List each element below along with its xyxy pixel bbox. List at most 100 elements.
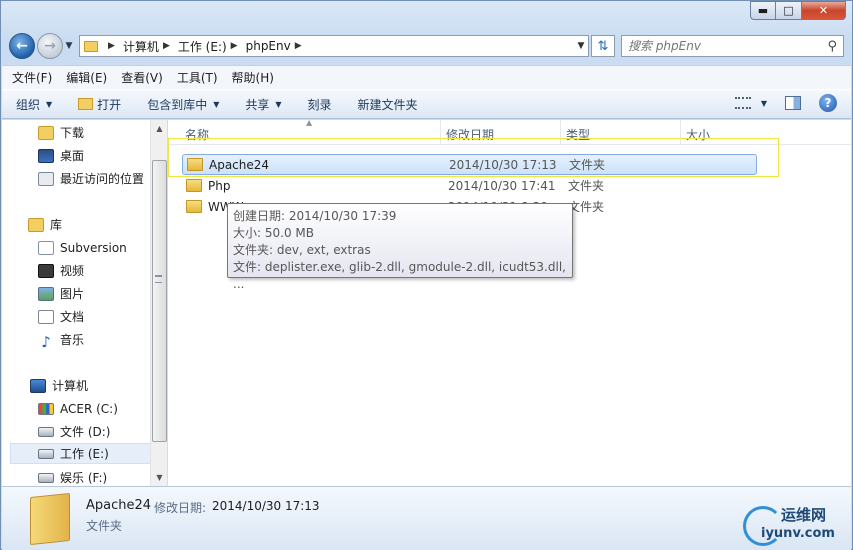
refresh-icon: ⇅: [597, 38, 609, 54]
refresh-button[interactable]: ⇅: [591, 35, 615, 57]
file-row[interactable]: Php 2014/10/30 17:41 文件夹: [182, 175, 757, 196]
nav-item-videos[interactable]: 视频: [38, 260, 150, 281]
recent-places-icon: [38, 171, 54, 186]
file-type: 文件夹: [568, 200, 605, 214]
breadcrumb-folder[interactable]: phpEnv: [246, 39, 291, 53]
explorer-window: ▬ □ ✕ ← → ▼ ▶ 计算机 ▶ 工作 (E:) ▶ phpEnv ▶ ▼…: [0, 0, 853, 550]
details-modified-date: 2014/10/30 17:13: [212, 499, 320, 513]
sort-ascending-icon: ▲: [306, 118, 313, 127]
file-name: Php: [208, 178, 231, 193]
nav-label: 文件 (D:): [60, 425, 111, 439]
breadcrumb-separator-icon[interactable]: ▶: [231, 41, 238, 51]
breadcrumb-separator-icon[interactable]: ▶: [295, 41, 302, 51]
details-pane: Apache24 修改日期: 2014/10/30 17:13 文件夹 运维网 …: [2, 486, 851, 550]
open-label: 打开: [97, 97, 122, 112]
include-library-label: 包含到库中: [147, 97, 208, 112]
nav-item-drive-c[interactable]: ACER (C:): [38, 398, 150, 419]
new-folder-label: 新建文件夹: [357, 97, 418, 112]
close-button[interactable]: ✕: [802, 1, 846, 20]
address-bar[interactable]: ▶ 计算机 ▶ 工作 (E:) ▶ phpEnv ▶ ▼: [79, 35, 589, 57]
share-button[interactable]: 共享 ▼: [245, 96, 281, 113]
nav-item-computer[interactable]: 计算机: [30, 375, 150, 396]
maximize-icon: □: [783, 4, 794, 17]
nav-label: 音乐: [60, 333, 85, 347]
open-folder-icon: [78, 98, 94, 110]
navigation-row: ← → ▼ ▶ 计算机 ▶ 工作 (E:) ▶ phpEnv ▶ ▼ ⇅ ⚲: [9, 31, 844, 61]
minimize-button[interactable]: ▬: [750, 1, 776, 20]
forward-button[interactable]: →: [37, 33, 63, 59]
search-input[interactable]: [628, 39, 828, 53]
downloads-folder-icon: [38, 125, 54, 140]
nav-item-recent-places[interactable]: 最近访问的位置: [38, 168, 150, 189]
menu-tools[interactable]: 工具(T): [177, 69, 218, 86]
nav-item-pictures[interactable]: 图片: [38, 283, 150, 304]
details-name: Apache24: [86, 498, 152, 513]
organize-label: 组织: [16, 97, 41, 112]
file-date: 2014/10/30 17:13: [449, 157, 557, 172]
breadcrumb-computer[interactable]: 计算机: [123, 38, 159, 55]
search-icon[interactable]: ⚲: [827, 39, 837, 54]
tooltip-created: 创建日期: 2014/10/30 17:39: [233, 209, 397, 223]
nav-item-documents[interactable]: 文档: [38, 306, 150, 327]
new-folder-button[interactable]: 新建文件夹: [358, 96, 418, 113]
menu-file[interactable]: 文件(F): [12, 69, 52, 86]
libraries-icon: [28, 217, 44, 232]
nav-item-downloads[interactable]: 下载: [38, 122, 150, 143]
document-library-icon: [38, 309, 54, 324]
scroll-down-icon[interactable]: ▼: [151, 469, 168, 486]
file-list: ▲ 名称 修改日期 类型 大小 Apache24 2014/10/30 17:1…: [168, 118, 851, 486]
scroll-up-icon[interactable]: ▲: [151, 120, 168, 137]
nav-label: Subversion: [60, 240, 127, 255]
breadcrumb-separator-icon[interactable]: ▶: [163, 41, 170, 51]
window-controls: ▬ □ ✕: [750, 1, 846, 20]
burn-button[interactable]: 刻录: [308, 96, 332, 113]
recent-pages-dropdown[interactable]: ▼: [63, 41, 75, 51]
folder-icon: [84, 40, 98, 52]
menu-edit[interactable]: 编辑(E): [66, 69, 107, 86]
menu-help[interactable]: 帮助(H): [232, 69, 274, 86]
nav-label: 工作 (E:): [60, 447, 109, 461]
include-in-library-button[interactable]: 包含到库中 ▼: [147, 96, 219, 113]
search-box[interactable]: ⚲: [621, 35, 844, 57]
nav-label: 视频: [60, 264, 85, 278]
nav-item-music[interactable]: ♪ 音乐: [38, 329, 150, 351]
nav-item-libraries[interactable]: 库: [28, 214, 150, 235]
watermark-logo: 运维网 iyunv.com: [743, 502, 843, 546]
help-icon[interactable]: ?: [819, 94, 837, 112]
address-dropdown-icon[interactable]: ▼: [574, 41, 588, 51]
chevron-down-icon: ▼: [275, 99, 282, 109]
breadcrumb-separator-icon[interactable]: ▶: [108, 41, 115, 51]
folder-icon: [187, 158, 203, 171]
navigation-scrollbar[interactable]: ▲ ▼: [150, 120, 167, 486]
open-button[interactable]: 打开: [78, 96, 121, 113]
video-library-icon: [38, 263, 54, 278]
nav-item-drive-d[interactable]: 文件 (D:): [38, 421, 150, 442]
file-row[interactable]: Apache24 2014/10/30 17:13 文件夹: [182, 154, 757, 175]
back-button[interactable]: ←: [9, 33, 35, 59]
details-type: 文件夹: [86, 519, 123, 533]
picture-library-icon: [38, 286, 54, 301]
breadcrumb-drive[interactable]: 工作 (E:): [178, 38, 227, 55]
maximize-button[interactable]: □: [776, 1, 802, 20]
command-bar: 组织 ▼ 打开 包含到库中 ▼ 共享 ▼ 刻录 新建文件夹 ▼ ?: [2, 89, 851, 119]
menu-view[interactable]: 查看(V): [121, 69, 163, 86]
nav-label: 计算机: [52, 379, 89, 393]
scrollbar-thumb[interactable]: [152, 160, 167, 442]
nav-item-drive-f[interactable]: 娱乐 (F:): [38, 467, 150, 486]
share-label: 共享: [245, 97, 270, 112]
nav-item-drive-e[interactable]: 工作 (E:): [10, 443, 150, 464]
nav-item-desktop[interactable]: 桌面: [38, 145, 150, 166]
change-view-icon[interactable]: [734, 97, 751, 109]
preview-pane-icon[interactable]: [785, 96, 801, 110]
organize-button[interactable]: 组织 ▼: [16, 96, 52, 113]
chevron-down-icon: ▼: [46, 99, 53, 109]
minimize-icon: ▬: [757, 4, 769, 17]
view-options-dropdown-icon[interactable]: ▼: [761, 99, 767, 108]
drive-icon: [38, 448, 54, 459]
nav-item-subversion[interactable]: Subversion: [38, 237, 150, 258]
nav-label: ACER (C:): [60, 401, 118, 416]
music-library-icon: ♪: [41, 332, 51, 351]
desktop-icon: [38, 148, 54, 163]
nav-label: 下载: [60, 126, 85, 140]
chevron-down-icon: ▼: [65, 41, 73, 51]
